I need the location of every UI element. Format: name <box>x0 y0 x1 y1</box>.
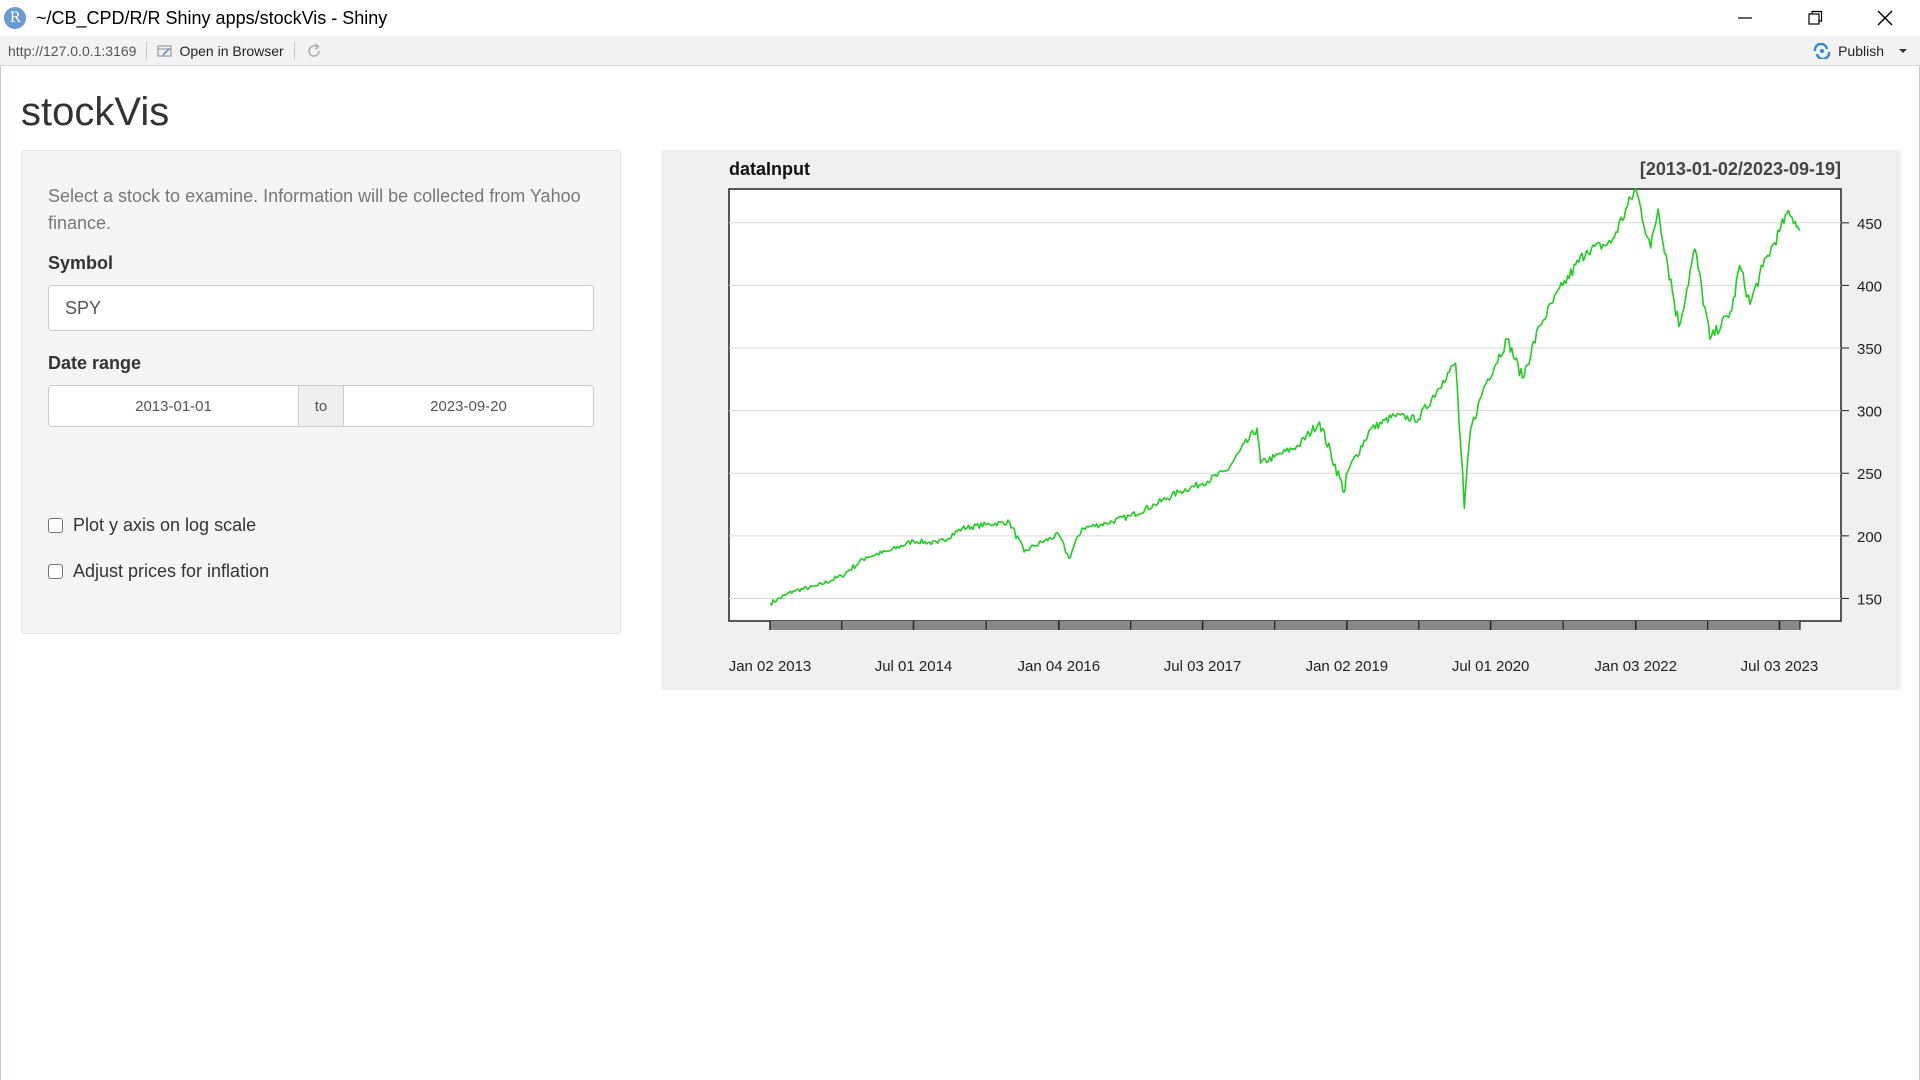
x-tick-label: Jan 04 2016 <box>1018 658 1101 675</box>
date-range-separator: to <box>298 386 344 426</box>
viewer-toolbar: http://127.0.0.1:3169 Open in Browser Pu… <box>0 36 1920 66</box>
x-tick-label: Jan 02 2013 <box>729 658 812 675</box>
x-tick-label: Jan 03 2022 <box>1594 658 1677 675</box>
open-in-browser-icon <box>157 45 172 56</box>
toolbar-divider <box>146 41 148 60</box>
restore-icon <box>1808 10 1823 25</box>
window-titlebar: R ~/CB_CPD/R/R Shiny apps/stockVis - Shi… <box>0 0 1920 36</box>
window-controls <box>1710 0 1920 36</box>
y-tick-label: 150 <box>1857 591 1882 608</box>
toolbar-divider <box>293 41 295 60</box>
x-axis: Jan 02 2013 Jul 01 2014 Jan 04 2016 Jul 03 … <box>729 621 1819 675</box>
date-range-label: Date range <box>48 353 142 373</box>
x-tick-label: Jul 03 2017 <box>1164 658 1242 675</box>
app-url: http://127.0.0.1:3169 <box>8 42 137 59</box>
date-end-input[interactable]: 2023-09-20 <box>344 386 593 426</box>
chart-subtitle: [2013-01-02/2023-09-19] <box>1640 159 1841 179</box>
rstudio-icon: R <box>4 7 26 29</box>
log-scale-checkbox-row[interactable]: Plot y axis on log scale <box>48 515 256 536</box>
plot-area <box>728 188 1842 622</box>
stock-chart: dataInput [2013-01-02/2023-09-19] 150 200… <box>728 159 1882 675</box>
y-tick-label: 200 <box>1857 529 1882 546</box>
minimize-icon <box>1738 17 1752 19</box>
inflation-checkbox[interactable] <box>48 564 63 579</box>
x-axis-band <box>770 621 1800 630</box>
publish-label: Publish <box>1838 43 1884 59</box>
page-title: stockVis <box>21 90 170 134</box>
publish-icon <box>1813 43 1831 59</box>
x-tick-label: Jan 02 2019 <box>1306 658 1389 675</box>
chevron-down-icon[interactable] <box>1898 46 1908 56</box>
date-range-input: 2013-01-01 to 2023-09-20 <box>48 385 594 427</box>
y-tick-label: 350 <box>1857 341 1882 358</box>
help-text: Select a stock to examine. Information w… <box>48 186 581 233</box>
inflation-label: Adjust prices for inflation <box>73 561 270 581</box>
y-tick-label: 250 <box>1857 466 1882 483</box>
chart-title: dataInput <box>729 159 810 179</box>
x-tick-label: Jul 01 2014 <box>875 658 953 675</box>
symbol-input[interactable]: SPY <box>48 285 594 331</box>
close-icon <box>1877 10 1893 26</box>
close-button[interactable] <box>1850 0 1920 36</box>
refresh-icon <box>307 42 320 57</box>
y-tick-label: 300 <box>1857 404 1882 421</box>
x-tick-label: Jul 03 2023 <box>1741 658 1819 675</box>
symbol-label: Symbol <box>48 253 114 273</box>
y-tick-label: 400 <box>1857 278 1882 295</box>
y-tick-label: 450 <box>1857 216 1882 233</box>
window-title: ~/CB_CPD/R/R Shiny apps/stockVis - Shiny <box>36 7 388 28</box>
restore-button[interactable] <box>1780 0 1850 36</box>
inflation-checkbox-row[interactable]: Adjust prices for inflation <box>48 561 269 582</box>
stock-plot: dataInput [2013-01-02/2023-09-19] 150 200… <box>661 150 1901 690</box>
shiny-app-frame: stockVis Select a stock to examine. Info… <box>0 66 1920 1080</box>
open-in-browser-label: Open in Browser <box>179 42 284 59</box>
log-scale-label: Plot y axis on log scale <box>73 515 257 535</box>
publish-button[interactable]: Publish <box>1812 36 1908 66</box>
open-in-browser-button[interactable]: Open in Browser <box>157 42 284 59</box>
log-scale-checkbox[interactable] <box>48 518 63 533</box>
x-tick-label: Jul 01 2020 <box>1452 658 1530 675</box>
y-axis: 150 200 250 300 350 400 450 <box>1841 216 1882 608</box>
date-start-input[interactable]: 2013-01-01 <box>49 386 298 426</box>
minimize-button[interactable] <box>1710 0 1780 36</box>
refresh-button[interactable] <box>305 42 323 60</box>
sidebar-panel: Select a stock to examine. Information w… <box>21 150 621 634</box>
